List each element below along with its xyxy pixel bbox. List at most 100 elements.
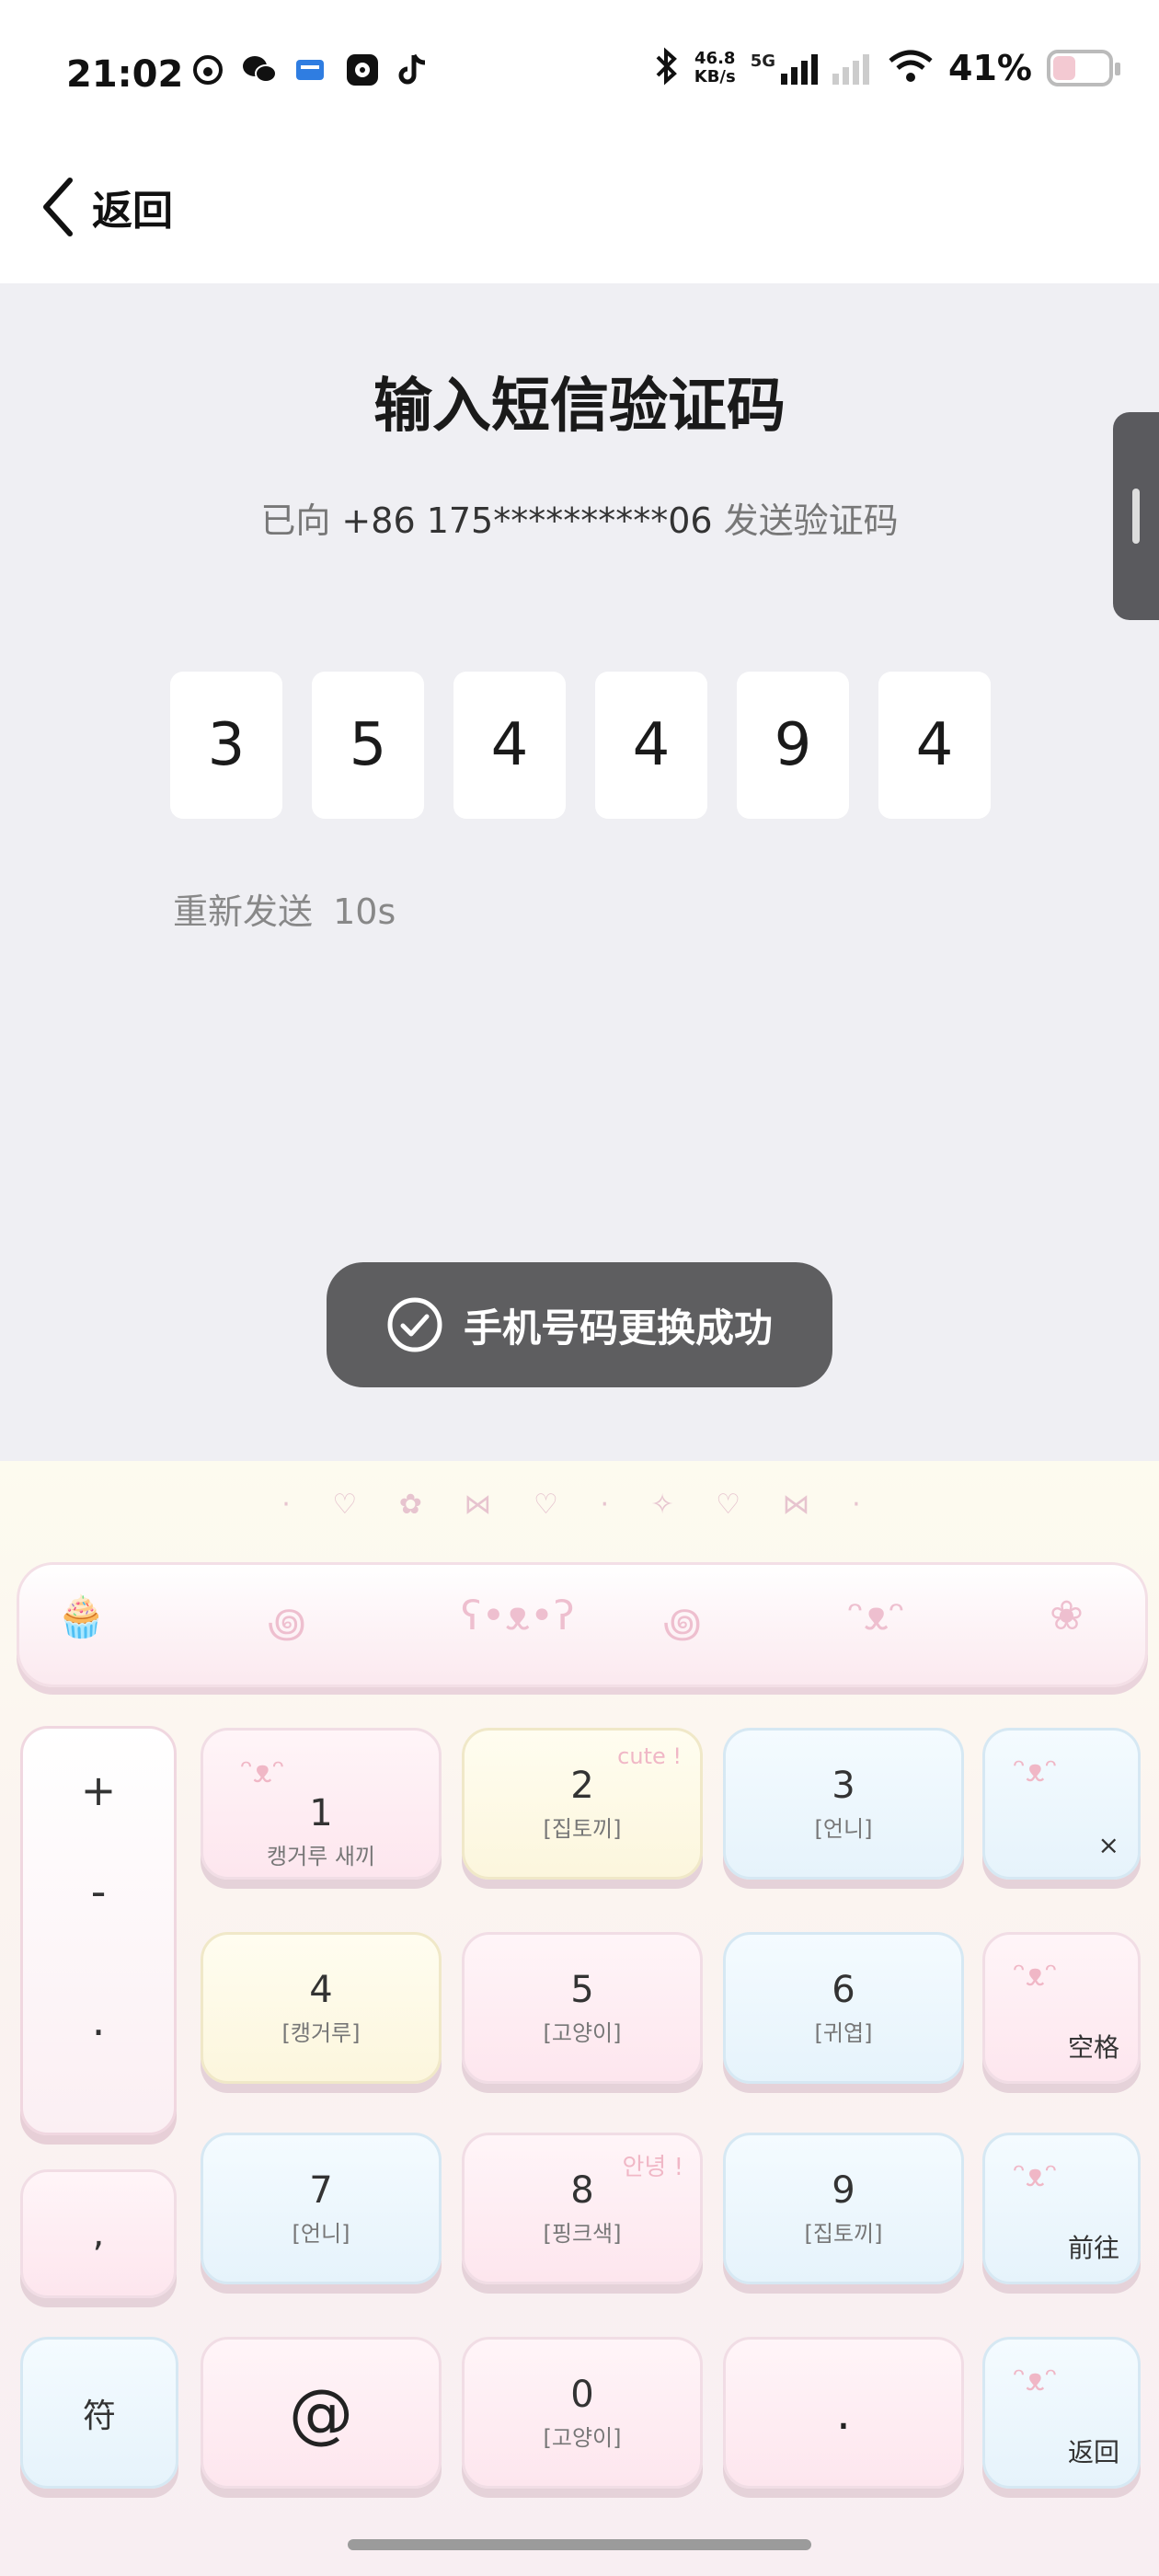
status-time: 21:02	[66, 53, 184, 96]
cute-sticker-text: cute !	[617, 1743, 682, 1769]
resend-timer: 10s	[333, 891, 396, 932]
back-label: 返回	[92, 188, 173, 235]
plus-key[interactable]: +	[23, 1765, 174, 1815]
key-4[interactable]: 4 [캥거루]	[201, 1932, 442, 2084]
tiktok-icon	[395, 51, 433, 89]
key-1-sub: 캥거루 새끼	[266, 1844, 376, 1869]
key-6[interactable]: 6 [귀엽]	[723, 1932, 964, 2084]
status-bar: 21:02 46.8 KB/s 5G 41%	[0, 0, 1159, 156]
key-3-sub: [언니]	[814, 1816, 873, 1842]
code-digit-4[interactable]: 4	[595, 672, 707, 819]
key-7-main: 7	[309, 2169, 333, 2212]
network-speed-value: 46.8	[694, 49, 736, 68]
side-drawer-handle[interactable]	[1113, 412, 1159, 620]
bear-sticker-icon: ʕ•ᴥ•ʔ	[461, 1593, 575, 1639]
lollipop-sticker-icon: ❀	[1050, 1593, 1084, 1639]
symbols-key-label: 符	[82, 2397, 116, 2435]
comma-key[interactable]: ,	[20, 2169, 177, 2298]
keyboard-decoration: · ♡ ✿ ⋈ ♡ · ✧ ♡ ⋈ ·	[281, 1489, 878, 1521]
network-type: 5G	[750, 52, 776, 71]
check-circle-icon	[387, 1297, 442, 1352]
koala-sticker-icon: ᵔᴥᵔ	[1013, 2362, 1058, 2398]
subtitle-suffix: 发送验证码	[723, 500, 899, 541]
header-background	[0, 156, 1159, 283]
key-5[interactable]: 5 [고양이]	[462, 1932, 703, 2084]
network-speed: 46.8 KB/s	[694, 50, 736, 86]
symbol-column: + - .	[20, 1726, 177, 2135]
key-6-main: 6	[832, 1969, 855, 2011]
comma-key-label: ,	[92, 2213, 105, 2255]
key-0-sub: [고양이]	[543, 2425, 622, 2451]
code-digit-3[interactable]: 4	[453, 672, 566, 819]
candidate-bar: 🧁 ꩜ ʕ•ᴥ•ʔ ꩜ ᵔᴥᵔ ❀	[17, 1562, 1148, 1687]
key-4-main: 4	[309, 1969, 333, 2011]
chevron-left-icon	[43, 178, 73, 236]
numeric-keyboard: · ♡ ✿ ⋈ ♡ · ✧ ♡ ⋈ · 🧁 ꩜ ʕ•ᴥ•ʔ ꩜ ᵔᴥᵔ ❀ + …	[0, 1461, 1159, 2576]
koala-sticker-icon: ᵔᴥᵔ	[1013, 1753, 1058, 1789]
koala-sticker-icon: ᵔᴥᵔ	[1013, 1957, 1058, 1994]
go-key-label: 前往	[1067, 2233, 1119, 2263]
key-4-sub: [캥거루]	[281, 2020, 361, 2046]
key-8-main: 8	[570, 2169, 594, 2212]
signal-icon: 5G	[751, 52, 873, 85]
key-9[interactable]: 9 [집토끼]	[723, 2133, 964, 2284]
notification-icons	[189, 51, 433, 89]
dot-key[interactable]: .	[723, 2337, 964, 2489]
key-1[interactable]: ᵔᴥᵔ 1 캥거루 새끼	[201, 1728, 442, 1880]
page-title: 输入短信验证码	[373, 373, 786, 441]
key-1-main: 1	[309, 1792, 333, 1834]
minus-key[interactable]: -	[23, 1867, 174, 1916]
code-digit-5[interactable]: 9	[737, 672, 849, 819]
return-key[interactable]: ᵔᴥᵔ 返回	[982, 2337, 1141, 2489]
key-8[interactable]: 안녕 ! 8 [핑크색]	[462, 2133, 703, 2284]
key-3-main: 3	[832, 1765, 855, 1807]
key-9-main: 9	[832, 2169, 855, 2212]
dot-symbol-key[interactable]: .	[23, 1995, 174, 2045]
delete-key[interactable]: ᵔᴥᵔ ×	[982, 1728, 1141, 1880]
at-key[interactable]: @	[201, 2337, 442, 2489]
phone-number: +86 175**********06	[341, 500, 713, 541]
key-2-main: 2	[570, 1765, 594, 1807]
hello-sticker-text: 안녕 !	[622, 2154, 683, 2181]
at-key-label: @	[289, 2375, 353, 2451]
resend-countdown: 重新发送 10s	[173, 883, 396, 934]
battery-icon	[1047, 50, 1120, 86]
wifi-icon	[888, 48, 934, 88]
verification-code-input[interactable]: 3 5 4 4 9 4	[170, 672, 991, 819]
key-0[interactable]: 0 [고양이]	[462, 2337, 703, 2489]
key-2-sub: [집토끼]	[543, 1816, 622, 1842]
key-5-sub: [고양이]	[543, 2020, 622, 2046]
key-7-sub: [언니]	[292, 2221, 350, 2247]
key-2[interactable]: cute ! 2 [집토끼]	[462, 1728, 703, 1880]
key-7[interactable]: 7 [언니]	[201, 2133, 442, 2284]
weibo-icon	[189, 51, 227, 89]
dot-key-label: .	[836, 2386, 851, 2440]
koala-sticker-icon: ᵔᴥᵔ	[847, 1593, 906, 1639]
resend-label: 重新发送	[173, 891, 314, 932]
wechat-icon	[240, 51, 279, 89]
code-digit-2[interactable]: 5	[312, 672, 424, 819]
delete-icon: ×	[1097, 1830, 1119, 1860]
battery-fill	[1053, 56, 1075, 80]
bluetooth-icon	[652, 46, 680, 90]
go-key[interactable]: ᵔᴥᵔ 前往	[982, 2133, 1141, 2284]
system-status: 46.8 KB/s 5G 41%	[652, 46, 1120, 90]
home-indicator[interactable]	[348, 2539, 811, 2550]
battery-percent: 41%	[948, 48, 1032, 88]
key-3[interactable]: 3 [언니]	[723, 1728, 964, 1880]
swirl-sticker-icon: ꩜	[268, 1600, 306, 1647]
return-key-label: 返回	[1067, 2437, 1119, 2467]
space-key-label: 空格	[1067, 2032, 1119, 2063]
code-digit-6[interactable]: 4	[878, 672, 991, 819]
network-speed-unit: KB/s	[694, 67, 736, 86]
subtitle-prefix: 已向	[260, 500, 331, 541]
code-digit-1[interactable]: 3	[170, 672, 282, 819]
symbols-key[interactable]: 符	[20, 2337, 178, 2489]
back-button[interactable]: 返回	[37, 175, 173, 239]
space-key[interactable]: ᵔᴥᵔ 空格	[982, 1932, 1141, 2084]
key-5-main: 5	[570, 1969, 594, 2011]
key-0-main: 0	[570, 2374, 594, 2416]
success-toast: 手机号码更换成功	[327, 1262, 832, 1387]
key-9-sub: [집토끼]	[804, 2221, 883, 2247]
sms-sent-message: 已向 +86 175**********06 发送验证码	[0, 492, 1159, 543]
